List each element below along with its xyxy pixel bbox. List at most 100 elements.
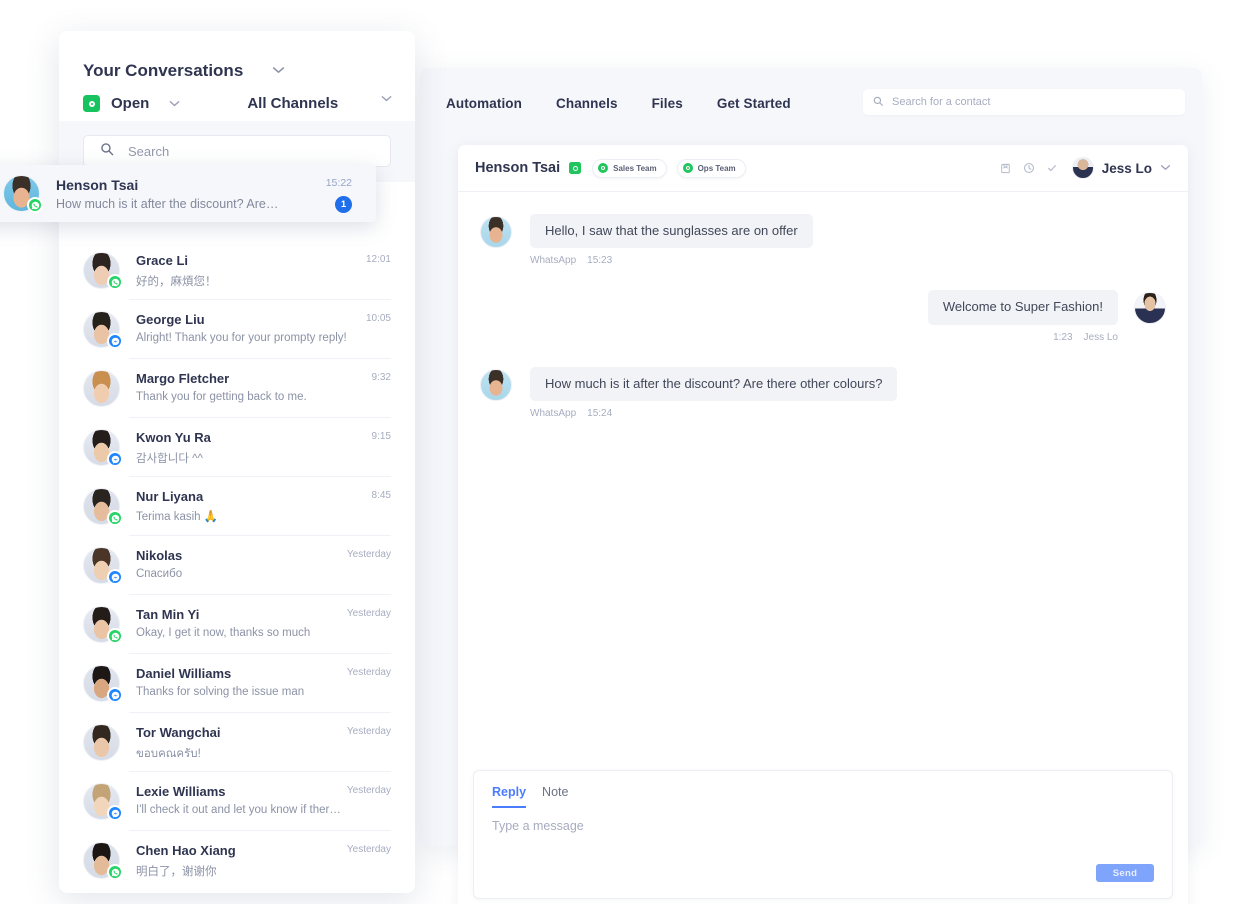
agent-name: Jess Lo <box>1102 161 1152 176</box>
conversation-time: Yesterday <box>347 724 391 737</box>
list-item-body: Grace Li好的，麻煩您！ <box>136 252 366 289</box>
conversation-time: Yesterday <box>347 783 391 796</box>
conversation-name: Chen Hao Xiang <box>136 843 347 859</box>
conversations-header: Your Conversations Open All Channels <box>59 31 415 121</box>
nav-link-channels[interactable]: Channels <box>539 90 635 117</box>
check-icon[interactable] <box>1042 158 1062 178</box>
conversation-preview: Terima kasih 🙏 <box>136 509 351 523</box>
whatsapp-icon <box>27 197 43 213</box>
conversations-panel: Your Conversations Open All Channels <box>59 31 415 893</box>
avatar-wrapper <box>3 175 40 212</box>
bookmark-icon[interactable] <box>996 158 1016 178</box>
message-meta: 1:23 Jess Lo <box>1053 332 1118 343</box>
message-time: 1:23 <box>1053 332 1072 343</box>
message-bubble: Hello, I saw that the sunglasses are on … <box>530 214 813 248</box>
list-item[interactable]: Lexie WilliamsI'll check it out and let … <box>59 772 415 831</box>
avatar <box>83 370 120 407</box>
conversation-name: Daniel Williams <box>136 666 347 682</box>
list-item[interactable]: Kwon Yu Ra감사합니다 ^^9:15 <box>59 418 415 477</box>
avatar-wrapper <box>83 842 120 879</box>
main-app-panel: Automation Channels Files Get Started Se… <box>420 68 1202 846</box>
tag-label: Sales Team <box>613 164 656 173</box>
chat-contact-name: Henson Tsai <box>475 160 560 176</box>
conversation-name: Henson Tsai <box>56 177 326 194</box>
chat-header-actions: Jess Lo <box>996 157 1171 179</box>
list-item-selected[interactable]: Henson Tsai How much is it after the dis… <box>0 165 376 222</box>
avatar-wrapper <box>83 370 120 407</box>
line-icon <box>153 403 169 407</box>
message-channel: WhatsApp <box>530 255 576 266</box>
conversation-preview: How much is it after the discount? Are… <box>56 197 316 211</box>
list-item[interactable]: Grace Li好的，麻煩您！12:01 <box>59 241 415 300</box>
list-item[interactable]: George LiuAlright! Thank you for your pr… <box>59 300 415 359</box>
avatar-wrapper <box>83 311 120 348</box>
message-bubble: Welcome to Super Fashion! <box>928 290 1118 324</box>
chevron-down-icon[interactable] <box>272 63 285 77</box>
avatar <box>1134 292 1166 324</box>
nav-link-automation[interactable]: Automation <box>429 90 539 117</box>
conversation-preview: Thanks for solving the issue man <box>136 686 347 698</box>
conversation-time: Yesterday <box>347 842 391 855</box>
tag-label: Ops Team <box>698 164 736 173</box>
list-item[interactable]: Margo FletcherThank you for getting back… <box>59 359 415 418</box>
conversation-preview: Спасибо <box>136 568 347 580</box>
tag-ops-team[interactable]: Ops Team <box>677 159 746 178</box>
avatar <box>1072 157 1094 179</box>
message-input[interactable]: Type a message <box>492 819 1154 833</box>
conversation-preview: Thank you for getting back to me. <box>136 391 351 403</box>
conversation-time: 9:15 <box>372 429 391 442</box>
conversation-preview: Okay, I get it now, thanks so much <box>136 627 347 639</box>
page-title: Your Conversations <box>83 61 243 81</box>
tag-sales-team[interactable]: Sales Team <box>592 159 666 178</box>
tab-note[interactable]: Note <box>542 785 568 808</box>
conversation-time: 15:22 <box>326 175 352 189</box>
avatar-wrapper <box>83 724 120 761</box>
send-button[interactable]: Send <box>1096 864 1154 882</box>
tab-reply[interactable]: Reply <box>492 785 526 808</box>
nav-link-get-started[interactable]: Get Started <box>700 90 808 117</box>
conversation-name: George Liu <box>136 312 366 328</box>
message-row: How much is it after the discount? Are t… <box>458 367 1188 419</box>
nav-link-files[interactable]: Files <box>635 90 700 117</box>
list-item[interactable]: Tan Min Yi Okay, I get it now, thanks so … <box>59 595 415 654</box>
status-filter-label[interactable]: Open <box>111 95 149 112</box>
open-status-icon <box>83 95 100 112</box>
list-item-body: Lexie WilliamsI'll check it out and let … <box>136 783 347 816</box>
avatar-wrapper <box>83 429 120 466</box>
list-item[interactable]: Nur LiyanaTerima kasih 🙏8:45 <box>59 477 415 536</box>
chevron-down-icon[interactable] <box>1160 162 1171 174</box>
message-channel: WhatsApp <box>530 408 576 419</box>
whatsapp-icon <box>107 510 123 526</box>
conversation-name: Nur Liyana <box>136 489 372 505</box>
list-item-body: Henson Tsai How much is it after the dis… <box>56 176 326 212</box>
search-icon <box>873 93 883 111</box>
line-icon <box>153 757 169 761</box>
avatar <box>83 724 120 761</box>
conversation-time: 10:05 <box>366 311 391 324</box>
whatsapp-icon <box>107 274 123 290</box>
messenger-icon <box>107 805 123 821</box>
search-input[interactable]: Search <box>83 135 391 167</box>
conversation-preview: 明白了，谢谢你 <box>136 863 347 879</box>
avatar <box>480 369 512 401</box>
list-item[interactable]: Chen Hao Xiang 明白了，谢谢你Yesterday <box>59 831 415 890</box>
list-item-body: Chen Hao Xiang 明白了，谢谢你 <box>136 842 347 879</box>
list-item[interactable]: Tor Wangchaiขอบคุณครับ!Yesterday <box>59 713 415 772</box>
conversation-name: Tan Min Yi <box>136 607 347 623</box>
composer-tabs: Reply Note <box>492 785 1154 808</box>
list-item-body: Margo FletcherThank you for getting back… <box>136 370 372 403</box>
conversation-name: Tor Wangchai <box>136 725 347 741</box>
message-list: Hello, I saw that the sunglasses are on … <box>458 192 1188 745</box>
messenger-icon <box>107 333 123 349</box>
channel-filter-label[interactable]: All Channels <box>247 95 338 112</box>
chevron-down-icon[interactable] <box>381 93 392 105</box>
message-composer: Reply Note Type a message Send <box>473 770 1173 899</box>
contact-search-input[interactable]: Search for a contact <box>863 89 1185 115</box>
message-author: Jess Lo <box>1084 332 1118 343</box>
clock-icon[interactable] <box>1019 158 1039 178</box>
whatsapp-icon <box>107 864 123 880</box>
list-item[interactable]: Daniel Williams Thanks for solving the is… <box>59 654 415 713</box>
list-item[interactable]: NikolasСпасибоYesterday <box>59 536 415 595</box>
message-time: 15:24 <box>587 408 612 419</box>
chevron-down-icon[interactable] <box>169 98 180 110</box>
